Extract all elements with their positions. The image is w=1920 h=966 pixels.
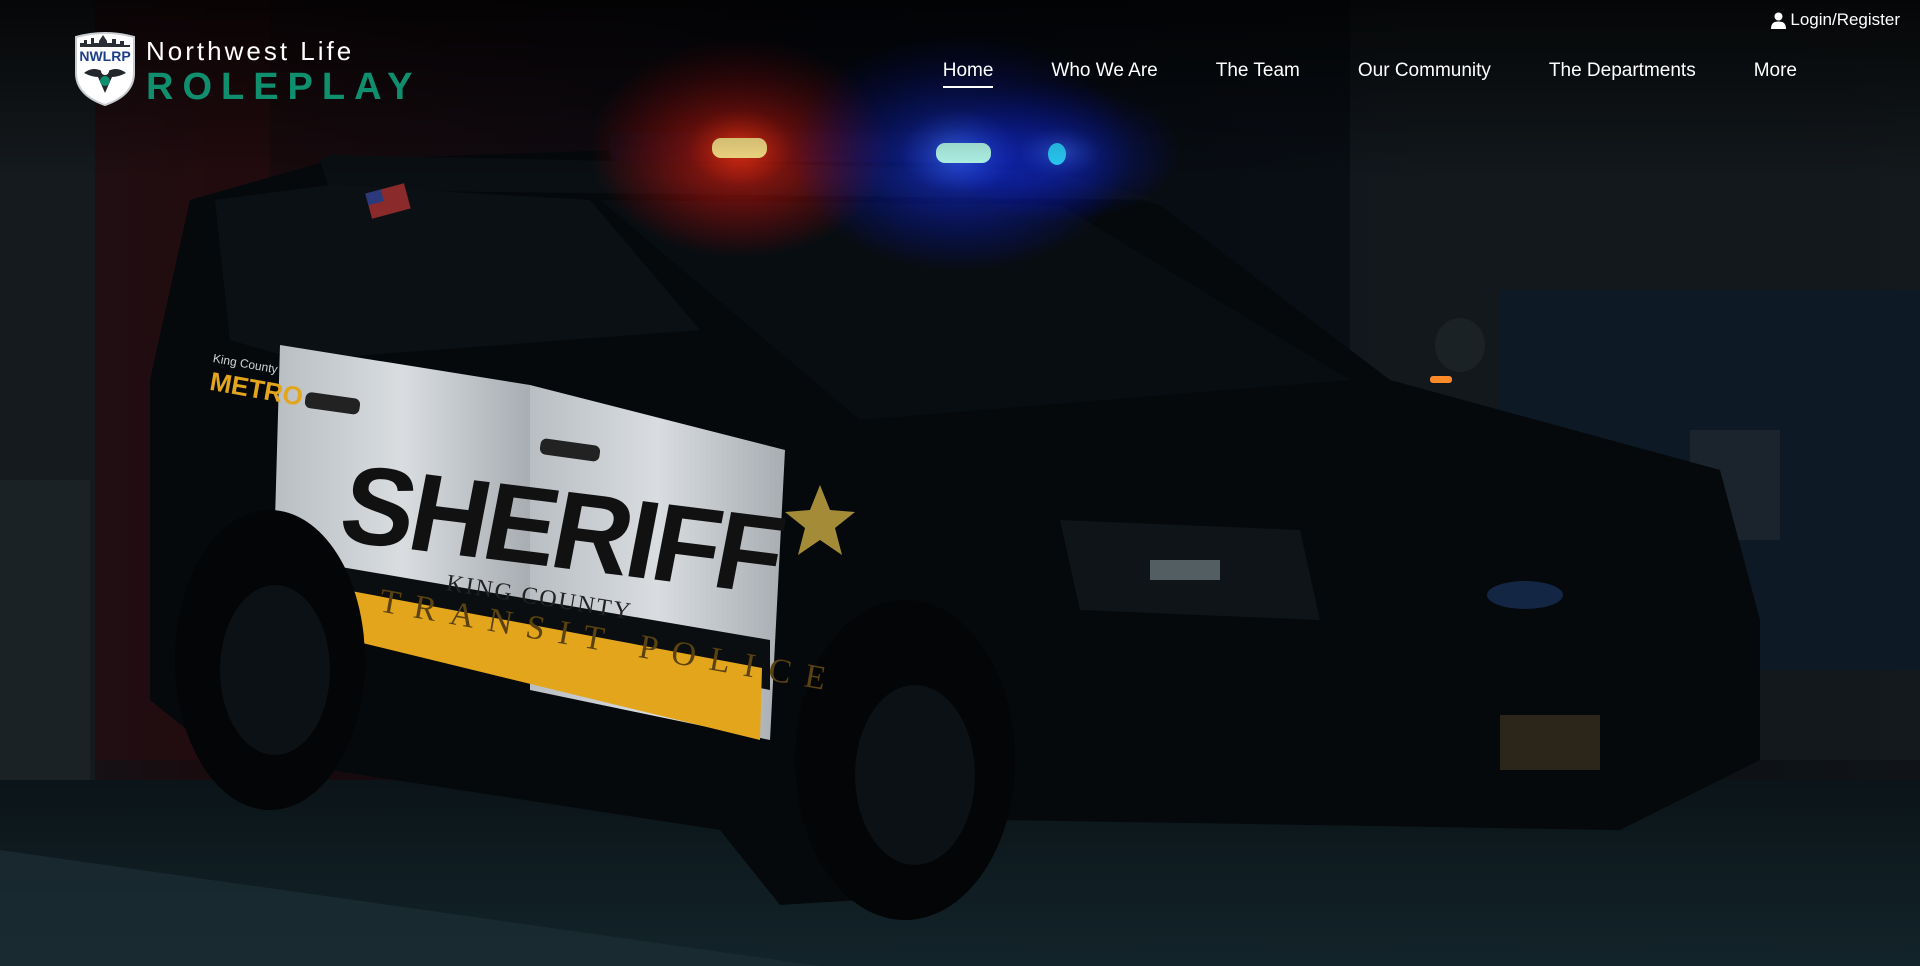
nav-our-community[interactable]: Our Community	[1358, 60, 1491, 88]
hero-background: SHERIFF KING COUNTY TRANSIT POLICE King …	[0, 0, 1920, 966]
brand-name-line2: ROLEPLAY	[146, 65, 422, 108]
nav-home[interactable]: Home	[942, 60, 994, 88]
brand-name-line1: Northwest Life	[146, 35, 355, 66]
user-icon	[1771, 12, 1787, 29]
login-register-label: Login/Register	[1790, 10, 1900, 29]
logo-text: NWLRP	[79, 48, 130, 64]
nav-more[interactable]: More	[1754, 60, 1797, 88]
main-nav: Home Who We Are The Team Our Community T…	[942, 60, 1797, 88]
nav-the-departments[interactable]: The Departments	[1549, 60, 1696, 88]
brand-home-link[interactable]: NWLRP Northwest Life ROLEPLAY	[72, 31, 421, 112]
nav-who-we-are[interactable]: Who We Are	[1051, 60, 1157, 88]
nwlrp-logo: NWLRP	[72, 31, 138, 112]
nav-the-team[interactable]: The Team	[1216, 60, 1300, 88]
login-register-link[interactable]: Login/Register	[1771, 10, 1900, 30]
